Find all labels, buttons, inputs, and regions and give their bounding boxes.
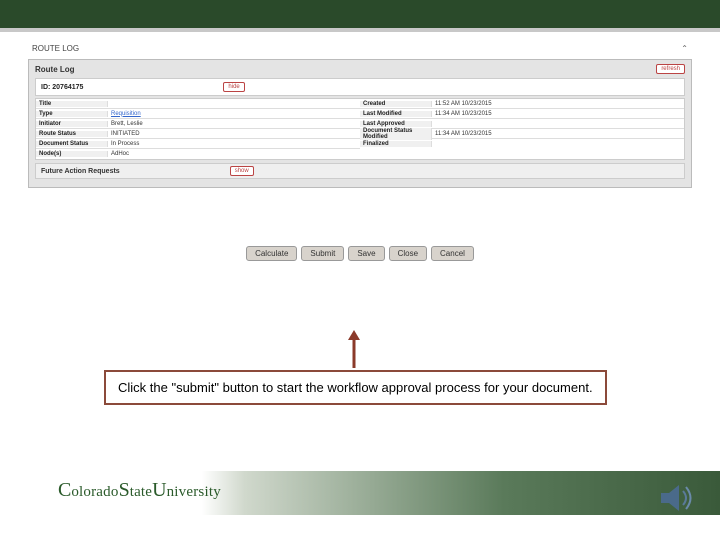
footer: ColoradoStateUniversity [0,471,720,515]
refresh-button[interactable]: refresh [656,64,685,74]
instruction-text: Click the "submit" button to start the w… [118,380,593,395]
route-log-panel: Route Log refresh ID: 20764175 hide Titl… [28,59,692,188]
detail-label: Finalized [360,141,432,147]
detail-label: Created [360,101,432,107]
chevron-up-icon[interactable]: ⌃ [681,44,688,53]
route-log-tab[interactable]: ROUTE LOG ⌃ [28,42,692,55]
detail-label: Last Approved [360,121,432,127]
detail-label: Initiator [36,121,108,127]
arrow-icon [344,330,364,368]
detail-row: Created11:52 AM 10/23/2015 [360,99,684,109]
detail-row: Route StatusINITIATED [36,129,360,139]
submit-button[interactable]: Submit [301,246,344,261]
detail-row: Title [36,99,360,109]
detail-value: 11:34 AM 10/23/2015 [432,111,684,117]
detail-row: Node(s)AdHoc [36,149,360,159]
university-logo: ColoradoStateUniversity [58,479,221,502]
detail-row: Last Modified11:34 AM 10/23/2015 [360,109,684,119]
detail-value: INITIATED [108,131,360,137]
save-button[interactable]: Save [348,246,384,261]
route-log-header: Route Log refresh [35,64,685,74]
future-actions-label: Future Action Requests [41,168,120,175]
detail-label: Type [36,111,108,117]
detail-label: Route Status [36,131,108,137]
detail-label: Document Status [36,141,108,147]
detail-value: 11:34 AM 10/23/2015 [432,131,684,137]
calculate-button[interactable]: Calculate [246,246,297,261]
show-button[interactable]: show [230,166,254,176]
detail-label: Title [36,101,108,107]
detail-value[interactable]: Requisition [108,111,360,117]
detail-row: Document Status Modified11:34 AM 10/23/2… [360,129,684,139]
detail-label: Document Status Modified [360,128,432,140]
document-id: ID: 20764175 [41,84,83,91]
detail-row: Document StatusIn Process [36,139,360,149]
detail-value: In Process [108,141,360,147]
speaker-icon [659,481,695,515]
future-actions-row: Future Action Requests show [35,163,685,179]
action-button-row: Calculate Submit Save Close Cancel [28,243,692,261]
detail-left-column: TitleTypeRequisitionInitiatorBrett, Lesl… [36,99,360,159]
tab-label: ROUTE LOG [32,44,79,53]
detail-table: TitleTypeRequisitionInitiatorBrett, Lesl… [35,98,685,160]
detail-value: 11:52 AM 10/23/2015 [432,101,684,107]
detail-row: TypeRequisition [36,109,360,119]
header-bar [0,0,720,28]
footer-gradient: ColoradoStateUniversity [0,471,720,515]
detail-value: Brett, Leslie [108,121,360,127]
detail-row: InitiatorBrett, Leslie [36,119,360,129]
route-log-title: Route Log [35,65,75,74]
instruction-callout: Click the "submit" button to start the w… [104,370,607,405]
detail-value: AdHoc [108,151,360,157]
detail-label: Node(s) [36,151,108,157]
app-area: ROUTE LOG ⌃ Route Log refresh ID: 207641… [0,32,720,261]
id-section: ID: 20764175 hide [35,78,685,96]
close-button[interactable]: Close [389,246,427,261]
hide-button[interactable]: hide [223,82,244,92]
detail-right-column: Created11:52 AM 10/23/2015Last Modified1… [360,99,684,159]
cancel-button[interactable]: Cancel [431,246,474,261]
detail-row: Finalized [360,139,684,149]
detail-label: Last Modified [360,111,432,117]
